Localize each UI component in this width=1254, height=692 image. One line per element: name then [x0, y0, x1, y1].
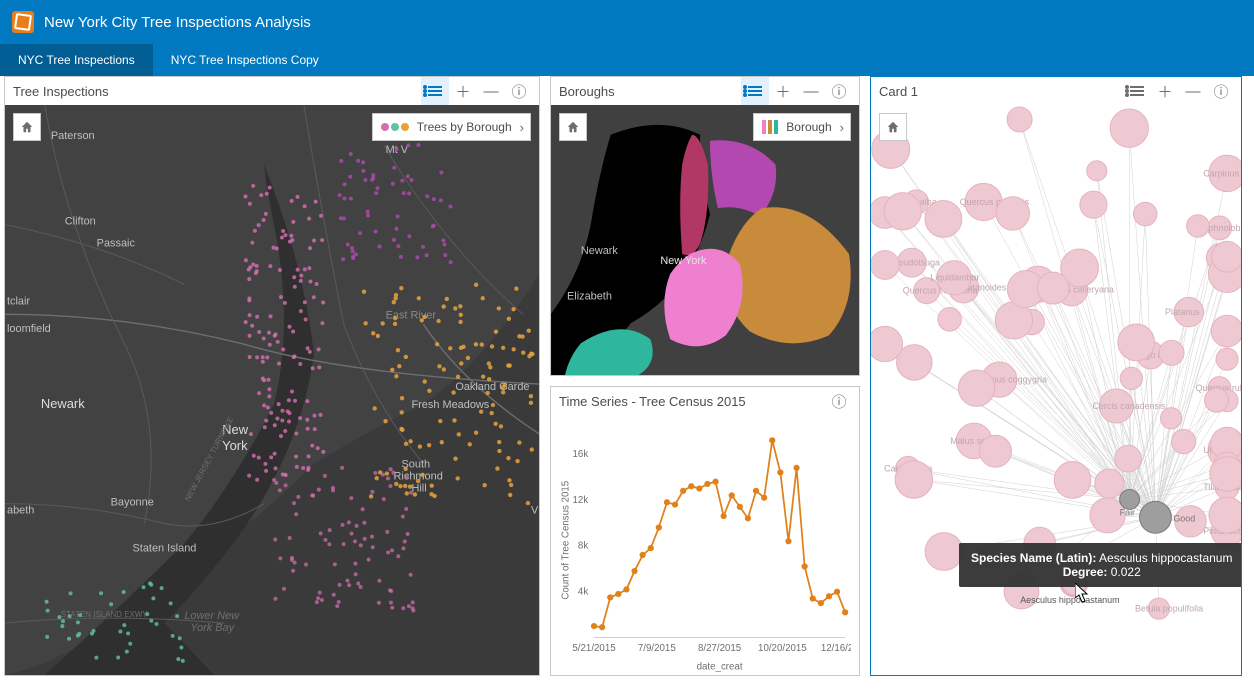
svg-text:Good: Good — [1173, 513, 1195, 523]
minimize-button[interactable]: — — [1179, 77, 1207, 105]
svg-text:Fair: Fair — [1120, 507, 1135, 517]
card-title: Time Series - Tree Census 2015 — [559, 394, 746, 409]
layer-legend-chip[interactable]: Trees by Borough › — [372, 113, 531, 141]
chart-canvas[interactable]: Count of Tree Census 2015 date_creat 4k 8… — [551, 415, 859, 675]
legend-button[interactable] — [421, 77, 449, 105]
svg-text:Count of Tree Census 2015: Count of Tree Census 2015 — [561, 481, 572, 600]
svg-text:16k: 16k — [573, 449, 589, 460]
home-extent-button[interactable] — [13, 113, 41, 141]
svg-text:Aesculus hippocastanum: Aesculus hippocastanum — [1020, 595, 1119, 605]
info-button[interactable]: ⓘ — [825, 77, 853, 105]
add-button[interactable]: ＋ — [1151, 77, 1179, 105]
svg-text:date_creat: date_creat — [697, 662, 743, 673]
svg-text:Liquidambar: Liquidambar — [930, 273, 979, 283]
map-canvas[interactable]: Newark Elizabeth New York Borough › — [551, 105, 859, 375]
svg-text:Betula populifolia: Betula populifolia — [1135, 604, 1203, 614]
add-button[interactable]: ＋ — [449, 77, 477, 105]
card-tree-inspections: Tree Inspections ＋ — ⓘ — [4, 76, 540, 676]
minimize-button[interactable]: — — [477, 77, 505, 105]
svg-text:Platanus: Platanus — [1165, 307, 1200, 317]
card-title: Boroughs — [559, 84, 615, 99]
card-header: Boroughs ＋ — ⓘ — [551, 77, 859, 105]
svg-text:7/9/2015: 7/9/2015 — [638, 643, 676, 654]
card-link-chart: Card 1 ＋ — ⓘ Acer platanoidesQuercus pal… — [870, 76, 1242, 676]
card-title: Card 1 — [879, 84, 918, 99]
minimize-button[interactable]: — — [797, 77, 825, 105]
card-tools: ＋ — ⓘ — [1123, 77, 1235, 105]
svg-text:5/21/2015: 5/21/2015 — [572, 643, 615, 654]
svg-text:8k: 8k — [578, 541, 588, 552]
svg-text:12/16/2015: 12/16/2015 — [821, 643, 851, 654]
map-canvas[interactable]: Paterson Clifton Passaic tclair loomfiel… — [5, 105, 539, 675]
node-tooltip: Species Name (Latin): Aesculus hippocast… — [959, 543, 1241, 587]
card-title: Tree Inspections — [13, 84, 109, 99]
legend-label: Borough — [786, 120, 831, 134]
svg-text:12k: 12k — [573, 495, 589, 506]
page-tabs: NYC Tree Inspections NYC Tree Inspection… — [0, 44, 1254, 76]
svg-text:Cercis canadensis: Cercis canadensis — [1092, 401, 1166, 411]
card-tools: ⓘ — [825, 387, 853, 415]
chevron-right-icon: › — [520, 120, 524, 135]
card-boroughs: Boroughs ＋ — ⓘ Newark — [550, 76, 860, 376]
home-extent-button[interactable] — [879, 113, 907, 141]
svg-text:10/20/2015: 10/20/2015 — [758, 643, 807, 654]
info-button[interactable]: ⓘ — [1207, 77, 1235, 105]
card-tools: ＋ — ⓘ — [421, 77, 533, 105]
card-header: Card 1 ＋ — ⓘ — [871, 77, 1241, 105]
app-title: New York City Tree Inspections Analysis — [44, 14, 311, 31]
layer-legend-chip[interactable]: Borough › — [753, 113, 851, 141]
svg-text:8/27/2015: 8/27/2015 — [698, 643, 741, 654]
legend-button[interactable] — [741, 77, 769, 105]
home-extent-button[interactable] — [559, 113, 587, 141]
info-button[interactable]: ⓘ — [825, 387, 853, 415]
chevron-right-icon: › — [840, 120, 844, 135]
link-chart-canvas[interactable]: Acer platanoidesQuercus palustrisTilia c… — [871, 105, 1241, 675]
card-timeseries: Time Series - Tree Census 2015 ⓘ Count o… — [550, 386, 860, 676]
card-header: Time Series - Tree Census 2015 ⓘ — [551, 387, 859, 415]
svg-text:4k: 4k — [578, 587, 588, 598]
legend-label: Trees by Borough — [417, 120, 512, 134]
add-button[interactable]: ＋ — [769, 77, 797, 105]
app-header: New York City Tree Inspections Analysis — [0, 0, 1254, 44]
app-logo-icon — [12, 11, 34, 33]
card-tools: ＋ — ⓘ — [741, 77, 853, 105]
tab-nyc-tree-inspections-copy[interactable]: NYC Tree Inspections Copy — [153, 44, 337, 76]
svg-text:Carpinus betulus: Carpinus betulus — [1203, 168, 1241, 178]
legend-button[interactable] — [1123, 77, 1151, 105]
cursor-icon — [1075, 583, 1091, 603]
info-button[interactable]: ⓘ — [505, 77, 533, 105]
workspace: Tree Inspections ＋ — ⓘ — [0, 76, 1254, 692]
card-header: Tree Inspections ＋ — ⓘ — [5, 77, 539, 105]
tab-nyc-tree-inspections[interactable]: NYC Tree Inspections — [0, 44, 153, 76]
